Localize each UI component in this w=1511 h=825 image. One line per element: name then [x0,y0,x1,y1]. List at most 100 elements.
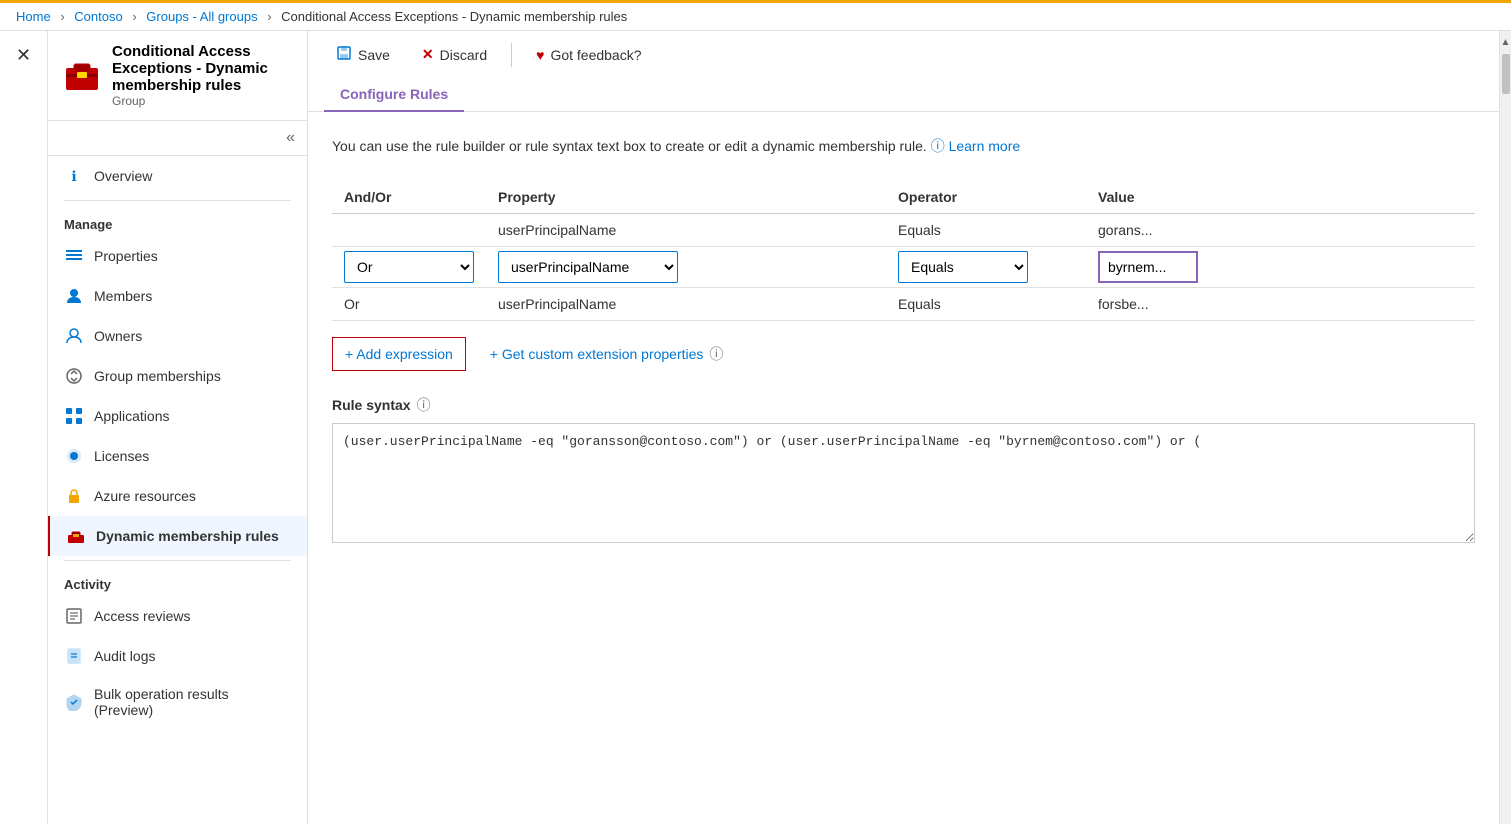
main-header: Save ✕ Discard ♥ Got feedback? Configure… [308,31,1499,112]
rule-syntax-label: Rule syntax ⓘ [332,395,1475,415]
learn-more-link[interactable]: Learn more [949,138,1021,154]
sidebar-azure-resources-label: Azure resources [94,488,196,504]
sidebar-item-owners[interactable]: Owners [48,316,307,356]
col-property: Property [486,181,886,214]
close-column: ✕ [0,31,48,824]
col-andor: And/Or [332,181,486,214]
sidebar-item-access-reviews[interactable]: Access reviews [48,596,307,636]
rule-syntax-section: Rule syntax ⓘ [332,395,1475,546]
value-input[interactable] [1098,251,1198,283]
sidebar-item-azure-resources[interactable]: Azure resources [48,476,307,516]
group-memberships-icon [64,366,84,386]
access-reviews-icon [64,606,84,626]
row2-andor-cell: And Or [332,247,486,288]
rule-syntax-input[interactable] [332,423,1475,543]
members-icon [64,286,84,306]
owners-icon [64,326,84,346]
sidebar-properties-label: Properties [94,248,158,264]
row3-property: userPrincipalName [486,288,886,321]
tab-configure-rules[interactable]: Configure Rules [324,78,464,112]
breadcrumb-contoso[interactable]: Contoso [74,9,122,24]
breadcrumb-current: Conditional Access Exceptions - Dynamic … [281,9,627,24]
sidebar-dynamic-label: Dynamic membership rules [96,528,279,544]
collapse-sidebar-button[interactable]: « [286,129,295,147]
info-text: You can use the rule builder or rule syn… [332,136,1475,157]
add-expression-label: + Add expression [345,346,453,362]
sidebar-item-licenses[interactable]: Licenses [48,436,307,476]
info-tooltip-icon[interactable]: ⓘ [931,138,949,154]
col-value: Value [1086,181,1475,214]
tab-configure-rules-label: Configure Rules [340,86,448,102]
main-content: Save ✕ Discard ♥ Got feedback? Configure… [308,31,1499,824]
sidebar-applications-label: Applications [94,408,170,424]
page-title: Conditional Access Exceptions - Dynamic … [112,43,291,94]
row3-operator: Equals [886,288,1086,321]
dynamic-membership-icon [66,526,86,546]
breadcrumb: Home › Contoso › Groups - All groups › C… [0,0,1511,31]
properties-icon [64,246,84,266]
row1-property: userPrincipalName [486,214,886,247]
breadcrumb-home[interactable]: Home [16,9,51,24]
bulk-operation-icon [64,692,84,712]
table-row-edit: And Or userPrincipalName displayName mai… [332,247,1475,288]
azure-resources-icon [64,486,84,506]
add-expression-button[interactable]: + Add expression [332,337,466,371]
row1-value: gorans... [1086,214,1475,247]
manage-section-label: Manage [48,205,307,236]
sidebar-owners-label: Owners [94,328,142,344]
sidebar-access-reviews-label: Access reviews [94,608,190,624]
sidebar-item-applications[interactable]: Applications [48,396,307,436]
rules-table: And/Or Property Operator Value userPrinc… [332,181,1475,321]
feedback-icon: ♥ [536,47,544,63]
activity-section-label: Activity [48,565,307,596]
sidebar-audit-logs-label: Audit logs [94,648,155,664]
sidebar-bulk-label: Bulk operation results (Preview) [94,686,291,718]
page-subtitle: Group [112,94,291,108]
header-icon [64,58,100,94]
add-expression-area: + Add expression + Get custom extension … [332,337,1475,371]
scroll-track: ▲ [1499,31,1511,824]
scroll-thumb[interactable] [1502,54,1510,94]
close-button[interactable]: ✕ [8,41,39,70]
toolbar: Save ✕ Discard ♥ Got feedback? [308,31,1499,78]
breadcrumb-groups[interactable]: Groups - All groups [146,9,257,24]
sidebar-item-overview[interactable]: ℹ Overview [48,156,307,196]
sidebar-item-properties[interactable]: Properties [48,236,307,276]
feedback-label: Got feedback? [550,47,641,63]
property-select[interactable]: userPrincipalName displayName mail depar… [498,251,678,283]
table-row: Or userPrincipalName Equals forsbe... [332,288,1475,321]
save-label: Save [358,47,390,63]
save-icon [336,45,352,64]
row3-value: forsbe... [1086,288,1475,321]
sidebar-item-audit-logs[interactable]: Audit logs [48,636,307,676]
save-button[interactable]: Save [324,39,402,70]
andor-select[interactable]: And Or [344,251,474,283]
discard-button[interactable]: ✕ Discard [410,40,499,69]
sidebar-item-dynamic-membership[interactable]: Dynamic membership rules [48,516,307,556]
toolbar-divider [511,43,512,67]
sidebar-licenses-label: Licenses [94,448,149,464]
discard-label: Discard [440,47,487,63]
sidebar-item-members[interactable]: Members [48,276,307,316]
page-header: Conditional Access Exceptions - Dynamic … [48,31,307,121]
licenses-icon [64,446,84,466]
applications-icon [64,406,84,426]
row2-value-cell [1086,247,1475,288]
row1-andor [332,214,486,247]
operator-select[interactable]: Equals Not Equals Contains Starts With M… [898,251,1028,283]
sidebar-item-bulk-operation[interactable]: Bulk operation results (Preview) [48,676,307,728]
get-custom-extension-button[interactable]: + Get custom extension properties ⓘ [490,344,724,364]
scroll-up-button[interactable]: ▲ [1499,35,1511,50]
sidebar-item-group-memberships[interactable]: Group memberships [48,356,307,396]
row2-property-cell: userPrincipalName displayName mail depar… [486,247,886,288]
row3-andor: Or [332,288,486,321]
sidebar-members-label: Members [94,288,152,304]
tabs: Configure Rules [308,78,1499,111]
info-icon: ℹ [64,166,84,186]
sidebar: « ℹ Overview Manage Properties Members [48,121,308,728]
col-operator: Operator [886,181,1086,214]
rule-syntax-info-icon: ⓘ [417,395,431,415]
row2-operator-cell: Equals Not Equals Contains Starts With M… [886,247,1086,288]
feedback-button[interactable]: ♥ Got feedback? [524,41,653,69]
audit-logs-icon [64,646,84,666]
